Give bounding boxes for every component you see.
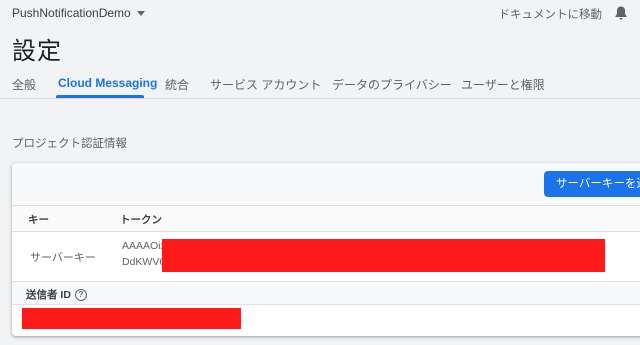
top-bar: PushNotificationDemo ドキュメントに移動 <box>0 0 640 28</box>
token-redaction <box>162 239 605 272</box>
help-icon[interactable]: ? <box>74 288 87 301</box>
sender-id-text: 送信者 ID <box>26 289 71 301</box>
sender-id-header: 送信者 ID ? <box>12 282 640 305</box>
tab-cloud-messaging[interactable]: Cloud Messaging <box>58 76 157 90</box>
project-name: PushNotificationDemo <box>12 6 131 20</box>
table-header: キー トークン <box>12 205 640 232</box>
page-title: 設定 <box>12 38 62 65</box>
tab-integrations[interactable]: 統合 <box>165 76 189 93</box>
token-line-1[interactable]: AAAAOix <box>122 240 166 252</box>
server-key-label: サーバーキー <box>30 252 96 264</box>
project-selector[interactable]: PushNotificationDemo <box>12 6 145 20</box>
tab-general[interactable]: 全般 <box>12 76 36 93</box>
chevron-down-icon <box>136 10 145 16</box>
tab-users-permissions[interactable]: ユーザーと権限 <box>461 76 545 93</box>
tab-service-accounts[interactable]: サービス アカウント <box>210 76 321 93</box>
section-title: プロジェクト認証情報 <box>12 138 127 150</box>
bell-icon[interactable] <box>614 5 628 21</box>
sender-id-label: 送信者 ID ? <box>26 287 87 302</box>
add-server-key-button[interactable]: サーバーキーを追 <box>544 171 640 197</box>
credentials-card: サーバーキーを追 キー トークン サーバーキー AAAAOix DdKWV6l … <box>12 163 640 336</box>
card-header: サーバーキーを追 <box>12 163 640 205</box>
tab-data-privacy[interactable]: データのプライバシー <box>332 76 452 93</box>
sender-id-redaction <box>22 308 241 329</box>
token-line-2[interactable]: DdKWV6l <box>122 256 168 268</box>
table-row: サーバーキー AAAAOix DdKWV6l <box>12 231 640 282</box>
column-header-key: キー <box>28 214 49 226</box>
docs-link[interactable]: ドキュメントに移動 <box>499 6 603 22</box>
column-header-token: トークン <box>120 214 162 226</box>
tab-bar: 全般 Cloud Messaging 統合 サービス アカウント データのプライ… <box>0 70 640 99</box>
active-tab-indicator <box>56 95 144 98</box>
